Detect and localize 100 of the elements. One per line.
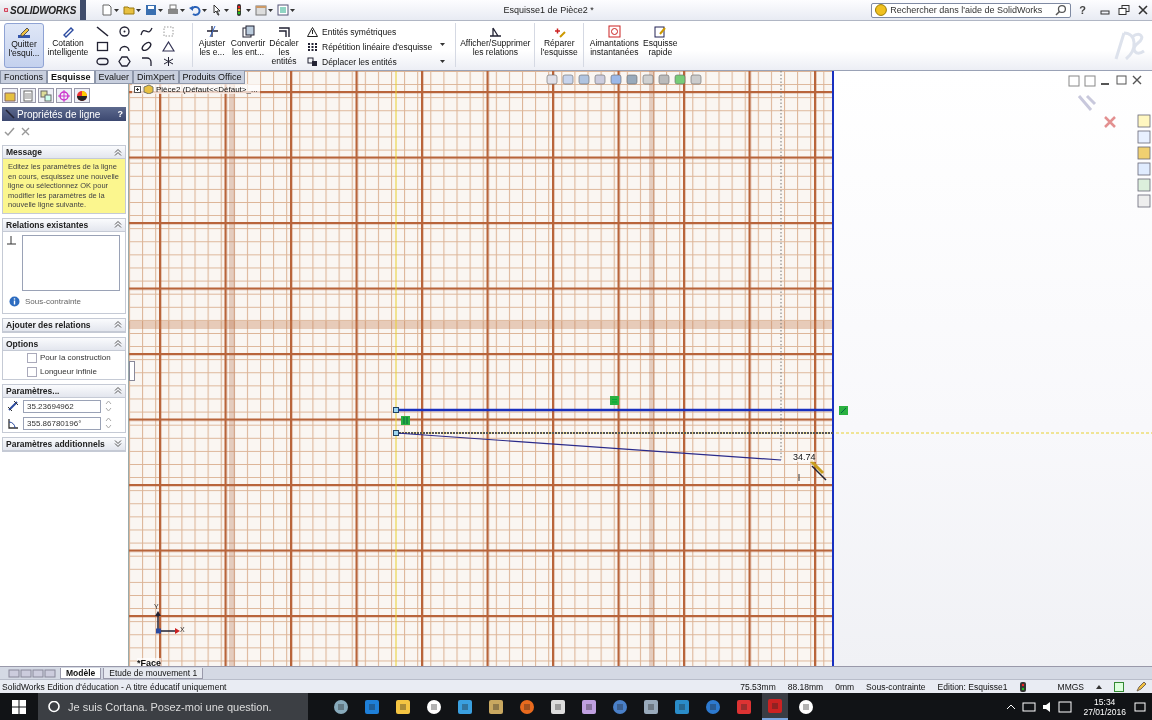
ribbon-button[interactable]: Quitter l'esqui... (4, 23, 44, 68)
angle-icon (7, 417, 19, 429)
caret-icon[interactable] (440, 43, 446, 46)
status-field: 88.18mm (787, 681, 824, 692)
ribbon-button[interactable]: Aimantations instantanées (588, 23, 641, 68)
rebuild-light-icon[interactable] (1019, 681, 1026, 692)
ribbon-command[interactable]: Répétition linéaire d'esquisse (307, 40, 433, 53)
view-options-icon[interactable] (1068, 75, 1142, 87)
ribbon-command[interactable]: Entités symétriques (307, 25, 433, 38)
parameter-field[interactable]: 35.23694962 (23, 399, 101, 413)
app-icon (488, 698, 504, 715)
document-icon (101, 4, 113, 16)
app-logo[interactable]: SOLIDWORKS (0, 0, 80, 20)
app-icon (519, 698, 535, 715)
parallel-relation-icon (401, 416, 410, 425)
status-field: 0mm (835, 681, 855, 692)
app-icon (612, 698, 628, 715)
status-text: Sous-contrainte (25, 296, 82, 306)
ribbon-button[interactable]: Cotation intelligente (46, 23, 90, 68)
start-icon[interactable] (12, 699, 26, 714)
command-tab[interactable]: DimXpert (133, 71, 179, 84)
close-icon[interactable] (1138, 5, 1148, 15)
app-icon (550, 698, 566, 715)
app-icon (643, 698, 659, 715)
caret-icon (158, 8, 163, 12)
pointer-icon (211, 4, 223, 16)
offset-icon (277, 25, 291, 38)
part-icon (143, 84, 154, 94)
search-icon (1055, 4, 1068, 16)
ribbon-button[interactable]: Décaler les entités (269, 23, 299, 68)
status-field: 75.53mm (740, 681, 776, 692)
status-field: Sous-contrainte (866, 681, 926, 692)
curve-icon (140, 26, 153, 37)
checkbox-option[interactable]: Pour la construction (3, 350, 125, 365)
app-icon (736, 698, 752, 715)
help-button[interactable]: ? (117, 109, 123, 119)
toolbar-button[interactable] (100, 3, 120, 17)
checkmark-icon[interactable] (4, 127, 15, 137)
toolbar-button[interactable] (210, 3, 230, 17)
checkbox[interactable] (27, 366, 37, 377)
dimension-value: 34.74 (793, 452, 816, 462)
horizontal-relation-icon (610, 396, 619, 405)
expand-icon[interactable] (134, 85, 141, 93)
command-tab[interactable]: Esquisse (47, 71, 95, 84)
app-icon (364, 698, 380, 715)
ribbon-command[interactable]: Déplacer les entités (307, 55, 433, 68)
window-title: Esquisse1 de Pièce2 * (502, 5, 595, 15)
section-title: Message (6, 147, 42, 157)
panel-splitter-handle[interactable] (129, 361, 135, 381)
caret-icon[interactable] (440, 60, 446, 63)
model-tab[interactable]: Modèle (60, 667, 102, 679)
units-selector[interactable]: MMGS (1057, 681, 1084, 692)
toolbar-button[interactable] (276, 3, 296, 17)
parameter-field[interactable]: 355.86780196° (23, 416, 101, 430)
checkbox-option[interactable]: Longueur infinie (3, 364, 125, 379)
endpoint-icon[interactable] (393, 430, 399, 436)
panel-title: Propriétés de ligne (17, 108, 102, 120)
pencil-icon[interactable] (1136, 681, 1146, 692)
ribbon-button[interactable]: Convertir les ent... (229, 23, 267, 68)
section-title: Ajouter des relations (6, 319, 91, 330)
caret-icon (136, 8, 141, 12)
restore-icon[interactable] (1118, 5, 1130, 15)
endpoint-icon[interactable] (393, 407, 399, 413)
command-tab[interactable]: Produits Office (178, 71, 246, 84)
notifications-icon[interactable] (1134, 700, 1146, 713)
length-icon (7, 400, 19, 412)
app-icon (457, 698, 473, 715)
toolbar-button[interactable] (144, 3, 164, 17)
ellipse-icon (140, 41, 153, 52)
caret-icon (246, 8, 251, 12)
pencil-cursor-icon (809, 459, 827, 481)
manager-tab[interactable] (74, 88, 90, 103)
ribbon-button[interactable]: Ajuster les e... (197, 23, 227, 68)
relations-list[interactable] (22, 234, 120, 291)
ribbon-button[interactable]: Afficher/Supprimer les relations (460, 23, 531, 68)
help-search-field[interactable]: Rechercher dans l'aide de SolidWorks (871, 2, 1072, 18)
hexagon-icon (118, 56, 131, 67)
status-field: Edition: Esquisse1 (937, 681, 1008, 692)
rectangle-icon (96, 41, 109, 52)
toolbar-button[interactable] (188, 3, 208, 17)
help-button[interactable]: ? (1079, 4, 1086, 16)
heads-up-toolbar-icon[interactable] (546, 74, 702, 85)
ribbon-button[interactable]: Réparer l'esquisse (539, 23, 580, 68)
clock-time[interactable]: 15:34 (1094, 696, 1116, 707)
cortana-search-field[interactable]: Je suis Cortana. Posez-moi une question. (66, 693, 308, 720)
toolbar-button[interactable] (166, 3, 186, 17)
ribbon-button[interactable]: Esquisse rapide (642, 23, 679, 68)
app-icon (705, 698, 721, 715)
caret-icon (202, 8, 207, 12)
command-tab[interactable]: Evaluer (94, 71, 134, 84)
triangle-icon (162, 41, 175, 52)
clock-date[interactable]: 27/01/2016 (1083, 706, 1126, 717)
app-icon (395, 698, 411, 715)
convert-icon (241, 25, 255, 38)
undo-icon (189, 4, 201, 16)
caret-up-icon[interactable] (1096, 684, 1102, 689)
checkbox[interactable] (27, 352, 37, 363)
command-tab[interactable]: Fonctions (0, 71, 48, 84)
model-tab[interactable]: Etude de mouvement 1 (103, 667, 204, 679)
sketch-line[interactable] (396, 408, 834, 412)
